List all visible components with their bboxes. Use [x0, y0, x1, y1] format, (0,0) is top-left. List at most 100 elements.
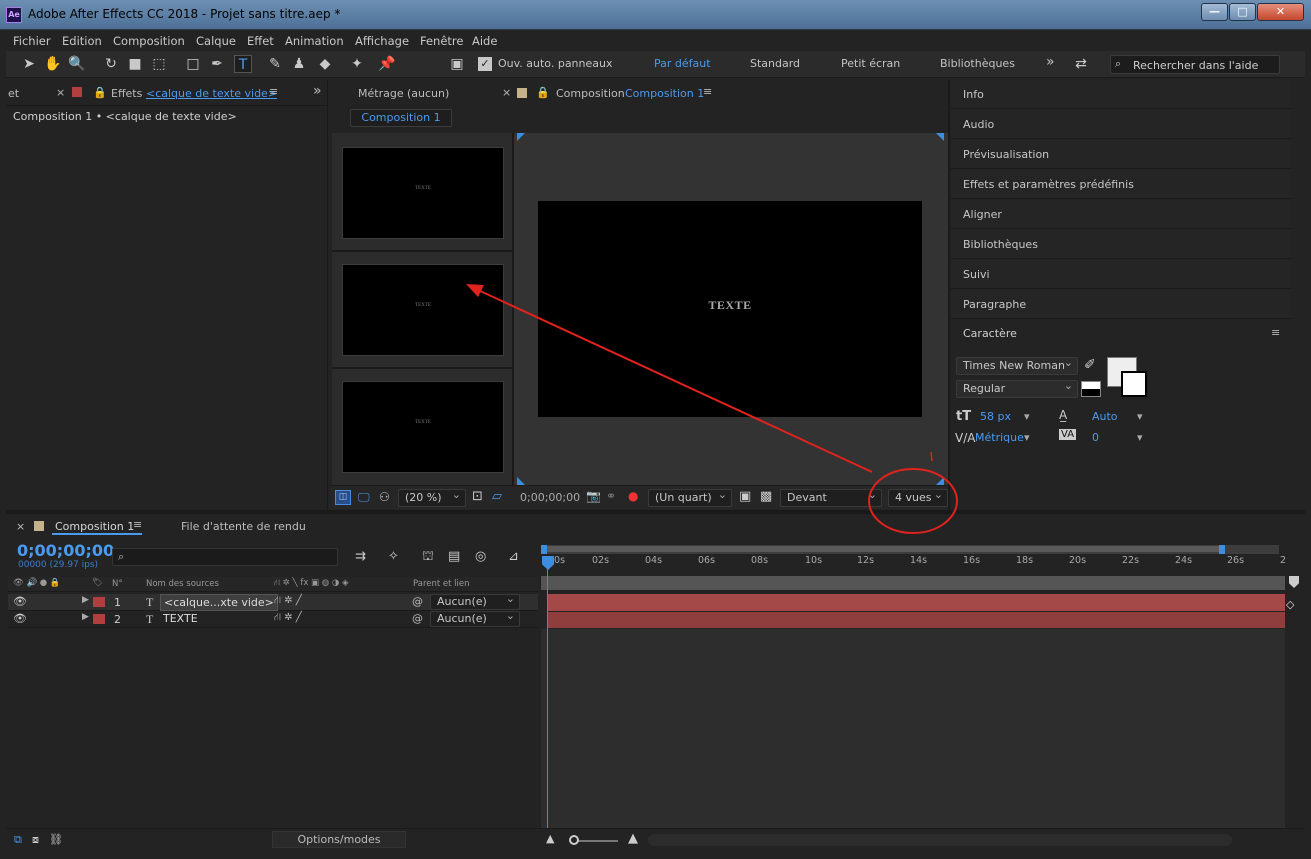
menu-effet[interactable]: Effet	[247, 34, 274, 48]
eraser-tool-icon[interactable]: ◆	[316, 55, 334, 73]
menu-edition[interactable]: Edition	[62, 34, 102, 48]
3d-view-dropdown[interactable]: Devant	[780, 487, 882, 507]
brush-tool-icon[interactable]: ✎	[266, 55, 284, 73]
tab-render-queue[interactable]: File d'attente de rendu	[181, 520, 306, 533]
workspaces-more-icon[interactable]: »	[1046, 54, 1055, 70]
zoom-in-icon[interactable]: ▲	[628, 831, 638, 846]
zoom-slider-handle[interactable]	[569, 835, 579, 845]
frame-blending-icon[interactable]: ▤	[448, 549, 460, 564]
tab-effects[interactable]: Effets	[111, 87, 142, 100]
switches-header-icons[interactable]: ⛙ ✲ ╲ fx ▣ ◍ ◑ ◈	[274, 578, 349, 589]
layer-switches[interactable]: ⛙ ✲ ╱	[274, 595, 302, 608]
view-thumbnail-2[interactable]: TEXTE	[342, 264, 504, 356]
panel-menu-icon[interactable]: ≡	[703, 85, 712, 98]
resolution-dropdown[interactable]: (Un quart)	[648, 487, 732, 507]
camera-tool-icon[interactable]: ■	[126, 55, 144, 73]
region-of-interest-icon[interactable]: ▣	[739, 489, 751, 504]
lock-icon[interactable]: 🔒	[93, 86, 107, 99]
tab-partial[interactable]: et	[8, 87, 19, 100]
layer-name[interactable]: TEXTE	[163, 612, 198, 625]
tab-composition-label[interactable]: Composition	[556, 87, 625, 100]
character-title[interactable]: Caractère	[963, 327, 1017, 340]
mask-path-icon[interactable]: ▱	[492, 489, 502, 504]
maximize-button[interactable]: □	[1229, 3, 1256, 21]
close-button[interactable]: ✕	[1257, 3, 1304, 21]
column-source-name[interactable]: Nom des sources	[146, 579, 219, 589]
sync-settings-icon[interactable]: ⇄	[1072, 55, 1090, 73]
font-size-dropdown-icon[interactable]: ▾	[1024, 410, 1030, 423]
layer-switches[interactable]: ⛙ ✲ ╱	[274, 612, 302, 625]
tab-composition-name[interactable]: Composition 1	[625, 87, 704, 100]
auto-panels-checkbox[interactable]: ✓	[478, 57, 492, 71]
panel-tracker[interactable]: Suivi	[951, 260, 1291, 289]
column-num[interactable]: N°	[112, 579, 123, 589]
selection-tool-icon[interactable]: ➤	[20, 55, 38, 73]
tab-footage[interactable]: Métrage	[358, 87, 404, 100]
label-header-icon[interactable]: 🏷	[92, 578, 103, 588]
hand-tool-icon[interactable]: ✋	[44, 55, 62, 73]
draft-3d-icon[interactable]: ✧	[388, 549, 399, 564]
layer-search-input[interactable]: ⌕	[112, 548, 338, 566]
layer-label-swatch[interactable]	[93, 597, 105, 607]
parent-dropdown[interactable]: Aucun(e)	[430, 592, 520, 610]
zoom-dropdown[interactable]: (20 %)	[398, 487, 466, 507]
roto-brush-tool-icon[interactable]: ✦	[348, 55, 366, 73]
work-area-bar[interactable]	[541, 545, 1279, 554]
panel-layout-icon[interactable]: ▣	[448, 55, 466, 73]
snapshot-camera-icon[interactable]: 📷	[586, 489, 601, 503]
layer-row-2[interactable]: 👁 ▶ 2 T TEXTE ⛙ ✲ ╱ @ Aucun(e)	[8, 609, 538, 628]
composition-nav-button[interactable]: Composition 1	[350, 109, 452, 127]
workspace-par-defaut[interactable]: Par défaut	[654, 57, 711, 70]
current-time-indicator[interactable]	[547, 562, 548, 828]
pan-behind-tool-icon[interactable]: ⬚	[150, 55, 168, 73]
panel-menu-icon[interactable]: ≡	[133, 518, 142, 531]
viewer-area[interactable]: TEXTE TEXTE TEXTE TEXTE	[332, 133, 948, 485]
view-thumbnail-3[interactable]: TEXTE	[342, 381, 504, 473]
shy-layers-icon[interactable]: ⛫	[422, 549, 434, 566]
transparency-grid-icon[interactable]: ▩	[760, 489, 772, 504]
pen-tool-icon[interactable]: ✒	[208, 55, 226, 73]
close-tab-icon[interactable]: ×	[502, 86, 511, 99]
close-tab-icon[interactable]: ×	[56, 86, 65, 99]
visibility-header-icon[interactable]: 👁 🔊 ● 🔒	[13, 578, 60, 588]
tracking-dropdown-icon[interactable]: ▾	[1137, 431, 1143, 444]
panel-libraries[interactable]: Bibliothèques	[951, 230, 1291, 259]
leading-value[interactable]: Auto	[1092, 410, 1118, 423]
visibility-eye-icon[interactable]: 👁	[13, 612, 27, 625]
panel-preview[interactable]: Prévisualisation	[951, 140, 1291, 169]
workspace-petit-ecran[interactable]: Petit écran	[841, 57, 900, 70]
panel-audio[interactable]: Audio	[951, 110, 1291, 139]
kerning-value[interactable]: Métrique	[975, 431, 1024, 444]
safe-margins-icon[interactable]: ⊡	[472, 489, 483, 504]
rotate-tool-icon[interactable]: ↻	[102, 55, 120, 73]
expand-arrow-icon[interactable]: ▶	[82, 612, 89, 622]
timeline-track-area[interactable]	[541, 629, 1285, 828]
text-tool-icon[interactable]: T	[234, 55, 252, 73]
help-search-input[interactable]: ⌕ Rechercher dans l'aide	[1110, 55, 1280, 74]
leading-dropdown-icon[interactable]: ▾	[1137, 410, 1143, 423]
layer-row-1[interactable]: 👁 ▶ 1 T <calque...xte vide> ⛙ ✲ ╱ @ Aucu…	[8, 592, 538, 611]
stroke-color-swatch[interactable]	[1121, 371, 1147, 397]
font-size-value[interactable]: 58 px	[980, 410, 1011, 423]
layer-bar-1[interactable]	[548, 594, 1285, 611]
menu-composition[interactable]: Composition	[113, 34, 185, 48]
menu-aide[interactable]: Aide	[472, 34, 497, 48]
options-modes-button[interactable]: Options/modes	[272, 831, 406, 848]
font-style-dropdown[interactable]: Regular	[956, 378, 1078, 398]
channels-icon[interactable]: ●	[628, 489, 638, 503]
menu-fichier[interactable]: Fichier	[13, 34, 51, 48]
font-family-dropdown[interactable]: Times New Roman	[956, 355, 1078, 375]
layer-label-swatch[interactable]	[93, 614, 105, 624]
panel-more-icon[interactable]: »	[313, 83, 322, 99]
panel-effects-presets[interactable]: Effets et paramètres prédéfinis	[951, 170, 1291, 199]
modes-toggle-icon[interactable]: ⧇	[32, 833, 39, 847]
mask-visibility-icon[interactable]: ⚇	[379, 490, 390, 504]
monitor-icon[interactable]: 🖵	[358, 490, 370, 505]
visibility-eye-icon[interactable]: 👁	[13, 595, 27, 608]
minimize-button[interactable]: —	[1201, 3, 1228, 21]
puppet-pin-tool-icon[interactable]: 📌	[378, 55, 396, 73]
expand-arrow-icon[interactable]: ▶	[82, 595, 89, 605]
layer-switches-toggle-icon[interactable]: ⧉	[14, 833, 22, 847]
viewer-timecode[interactable]: 0;00;00;00	[520, 491, 580, 504]
show-snapshot-icon[interactable]: ⚭	[606, 489, 616, 503]
